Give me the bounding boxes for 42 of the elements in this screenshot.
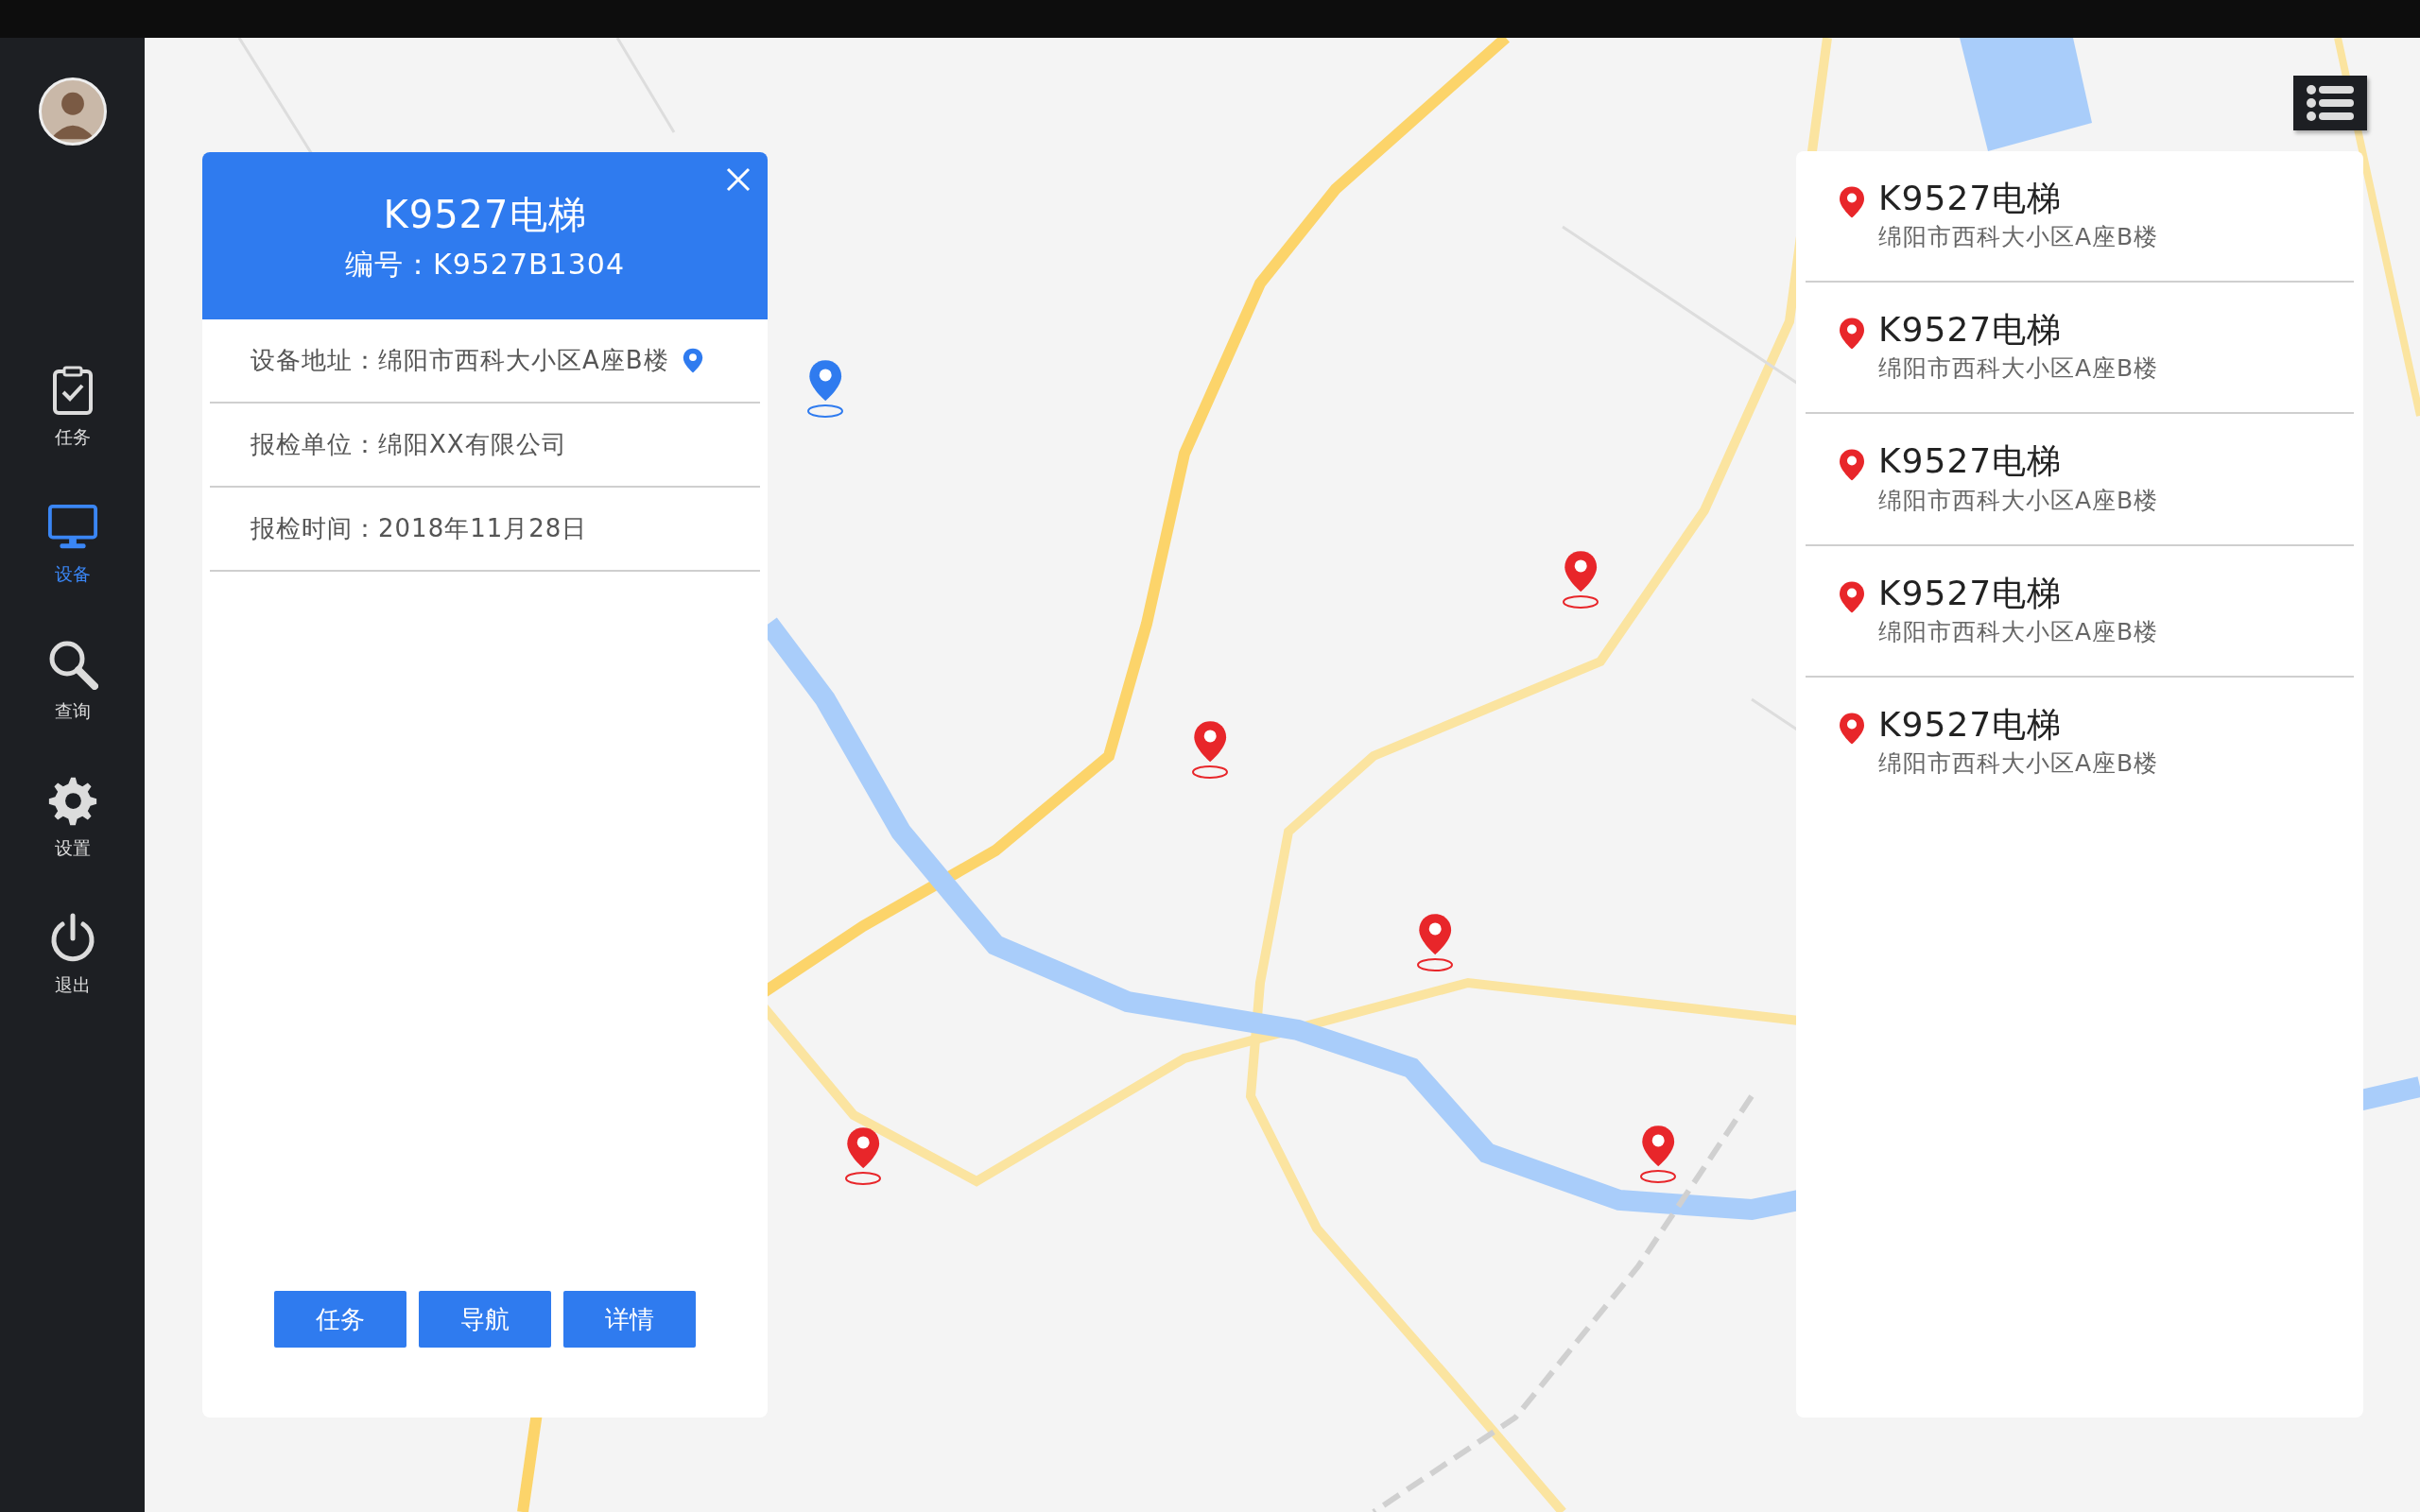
list-menu-button[interactable] [2293, 76, 2367, 130]
map-marker[interactable] [1561, 550, 1600, 610]
device-name: K9527电梯 [1878, 178, 2064, 219]
nav-item[interactable]: 任务 [0, 339, 145, 476]
action-button[interactable]: 导航 [419, 1291, 551, 1348]
gear-icon [46, 776, 98, 828]
device-list-item[interactable]: K9527电梯 绵阳市西科大小区A座B楼 [1806, 283, 2354, 415]
nav-item[interactable]: 设置 [0, 750, 145, 887]
nav-item[interactable]: 查询 [0, 613, 145, 750]
list-icon [2307, 85, 2354, 121]
action-button[interactable]: 详情 [563, 1291, 696, 1348]
device-list-item[interactable]: K9527电梯 绵阳市西科大小区A座B楼 [1806, 545, 2354, 678]
map-marker[interactable] [1415, 913, 1455, 973]
device-code: 编号：K9527B1304 [345, 247, 625, 283]
device-name: K9527电梯 [1878, 703, 2064, 745]
device-name: K9527电梯 [1878, 440, 2064, 482]
device-name: K9527电梯 [1878, 572, 2064, 613]
location-pin-icon [1839, 185, 1865, 220]
close-icon [726, 167, 751, 192]
location-pin-icon [1839, 579, 1865, 615]
device-list-item[interactable]: K9527电梯 绵阳市西科大小区A座B楼 [1806, 151, 2354, 284]
device-address: 绵阳市西科大小区A座B楼 [1878, 222, 2159, 253]
device-title: K9527电梯 [383, 192, 587, 238]
device-list-item[interactable]: K9527电梯 绵阳市西科大小区A座B楼 [1806, 414, 2354, 546]
info-field: 设备地址：绵阳市西科大小区A座B楼 [251, 342, 669, 379]
map-marker[interactable] [1190, 720, 1230, 781]
location-pin-icon [682, 346, 703, 375]
device-address: 绵阳市西科大小区A座B楼 [1878, 747, 2159, 779]
info-field: 报检单位：绵阳XX有限公司 [251, 426, 567, 463]
info-field: 报检时间：2018年11月28日 [251, 510, 588, 547]
device-address: 绵阳市西科大小区A座B楼 [1878, 353, 2159, 385]
device-address: 绵阳市西科大小区A座B楼 [1878, 485, 2159, 516]
device-name: K9527电梯 [1878, 309, 2064, 351]
map-marker[interactable] [843, 1126, 883, 1187]
map-marker[interactable] [1638, 1125, 1678, 1185]
location-pin-icon [1839, 711, 1865, 747]
device-list-item[interactable]: K9527电梯 绵阳市西科大小区A座B楼 [1806, 677, 2354, 807]
map-marker[interactable] [805, 359, 845, 420]
nav-item[interactable]: 设备 [0, 476, 145, 613]
nav-item[interactable]: 退出 [0, 887, 145, 1024]
action-button[interactable]: 任务 [274, 1291, 406, 1348]
device-address: 绵阳市西科大小区A座B楼 [1878, 616, 2159, 647]
